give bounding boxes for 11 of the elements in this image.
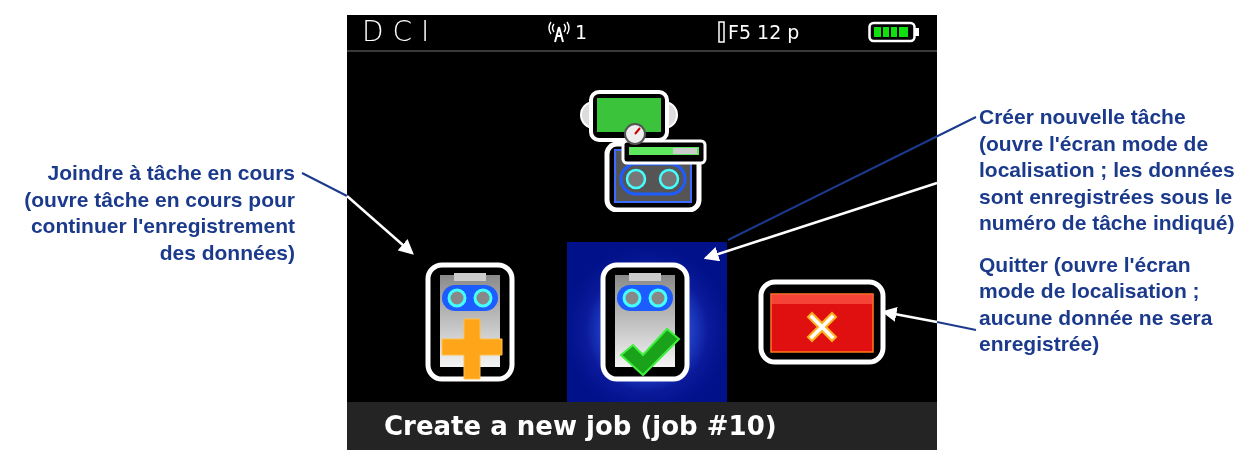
frequency-label: F5 12 p	[728, 21, 800, 44]
callout-text: Joindre à tâche en cours (ouvre tâche en cours pour continuer l'enregistrement des données)	[23, 160, 295, 266]
selection-highlight[interactable]	[567, 241, 727, 402]
callout-text: Créer nouvelle tâche (ouvre l'écran mode de localisation ; les données sont enregistrées sous le numéro de tâche indiqué)	[979, 104, 1236, 236]
logo: DCI	[362, 18, 439, 47]
channel-number: 1	[575, 21, 588, 44]
antenna-icon	[546, 21, 572, 44]
callout-text: Quitter (ouvre l'écran mode de localisation ; aucune donnée ne sera enregistrée)	[979, 251, 1214, 357]
status-message: Create a new job (job #10)	[384, 410, 777, 441]
battery-icon	[868, 21, 920, 44]
close-icon[interactable]	[757, 277, 887, 366]
